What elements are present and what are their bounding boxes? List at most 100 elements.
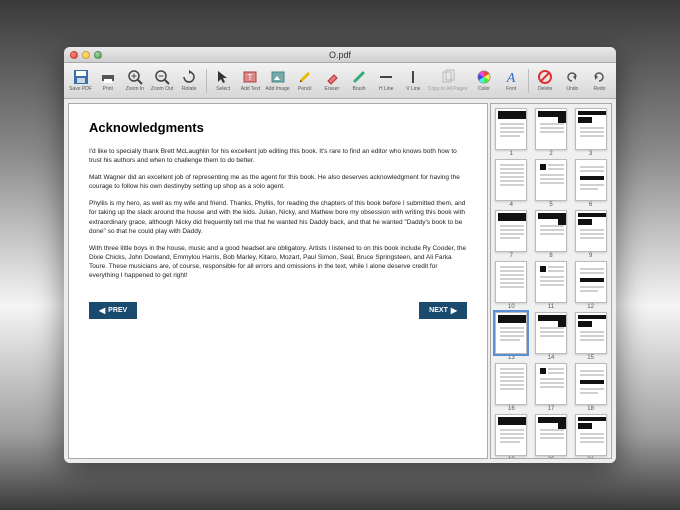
zoom-out-icon [154, 69, 170, 85]
undo-icon [564, 69, 580, 85]
content-area: Acknowledgments I'd like to specially th… [64, 99, 616, 463]
separator [206, 69, 207, 93]
cursor-icon [215, 69, 231, 85]
zoom-in-icon [127, 69, 143, 85]
thumbnail-number: 18 [587, 406, 594, 412]
thumbnail-number: 20 [548, 457, 555, 459]
thumbnail-number: 12 [587, 304, 594, 310]
thumbnail-number: 10 [508, 304, 515, 310]
thumbnail-number: 14 [548, 355, 555, 361]
font-button[interactable]: A Font [499, 65, 524, 97]
thumbnail-number: 16 [508, 406, 515, 412]
thumbnail[interactable]: 9 [574, 210, 608, 259]
thumbnail[interactable]: 8 [534, 210, 568, 259]
thumbnail-number: 9 [589, 253, 592, 259]
separator [528, 69, 529, 93]
font-icon: A [503, 69, 519, 85]
paragraph: Phyllis is my hero, as well as my wife a… [89, 199, 467, 235]
redo-icon [591, 69, 607, 85]
thumbnail[interactable]: 13 [494, 312, 528, 361]
thumbnail[interactable]: 1 [494, 108, 528, 157]
thumbnail-number: 5 [549, 202, 552, 208]
thumbnail[interactable]: 17 [534, 363, 568, 412]
rotate-icon [181, 69, 197, 85]
arrow-right-icon: ▶ [451, 306, 457, 315]
paragraph: With three little boys in the house, mus… [89, 244, 467, 280]
delete-button[interactable]: Delete [533, 65, 558, 97]
floppy-icon [73, 69, 89, 85]
no-entry-icon [537, 69, 553, 85]
print-button[interactable]: Print [95, 65, 120, 97]
color-button[interactable]: Color [471, 65, 496, 97]
brush-icon [351, 69, 367, 85]
add-image-button[interactable]: Add Image [265, 65, 290, 97]
svg-text:T: T [248, 73, 253, 82]
thumbnail-number: 1 [510, 151, 513, 157]
thumbnail-number: 13 [508, 355, 515, 361]
toolbar: Save PDF Print Zoom In Zoom Out Rotate S… [64, 63, 616, 99]
color-wheel-icon [476, 69, 492, 85]
zoom-out-button[interactable]: Zoom Out [149, 65, 174, 97]
copy-icon [440, 69, 456, 85]
thumbnail[interactable]: 4 [494, 159, 528, 208]
thumbnail-number: 2 [549, 151, 552, 157]
page-view: Acknowledgments I'd like to specially th… [68, 103, 488, 459]
paragraph: Matt Wagner did an excellent job of repr… [89, 173, 467, 191]
vline-icon [405, 69, 421, 85]
thumbnail-number: 6 [589, 202, 592, 208]
window-title: O.pdf [64, 50, 616, 60]
printer-icon [100, 69, 116, 85]
thumbnail-number: 17 [548, 406, 555, 412]
paragraph: I'd like to specially thank Brett McLaug… [89, 147, 467, 165]
save-pdf-button[interactable]: Save PDF [68, 65, 93, 97]
thumbnail[interactable]: 5 [534, 159, 568, 208]
thumbnail[interactable]: 12 [574, 261, 608, 310]
thumbnail[interactable]: 15 [574, 312, 608, 361]
copy-all-pages-button[interactable]: Copy to All Pages [428, 65, 467, 97]
thumbnail[interactable]: 11 [534, 261, 568, 310]
image-icon [270, 69, 286, 85]
thumbnail-number: 3 [589, 151, 592, 157]
thumbnail[interactable]: 2 [534, 108, 568, 157]
eraser-button[interactable]: Eraser [319, 65, 344, 97]
thumbnail[interactable]: 7 [494, 210, 528, 259]
thumbnail-number: 15 [587, 355, 594, 361]
thumbnail-number: 21 [587, 457, 594, 459]
thumbnail-number: 4 [510, 202, 513, 208]
thumbnail[interactable]: 19 [494, 414, 528, 459]
app-window: O.pdf Save PDF Print Zoom In Zoom Out Ro… [64, 47, 616, 463]
page-heading: Acknowledgments [89, 120, 467, 135]
thumbnail-panel[interactable]: 123456789101112131415161718192021 [490, 103, 612, 459]
pencil-button[interactable]: Pencil [292, 65, 317, 97]
thumbnail-number: 11 [548, 304, 554, 310]
thumbnail[interactable]: 14 [534, 312, 568, 361]
next-button[interactable]: NEXT ▶ [419, 302, 467, 319]
select-button[interactable]: Select [211, 65, 236, 97]
add-text-button[interactable]: T Add Text [238, 65, 263, 97]
thumbnail[interactable]: 20 [534, 414, 568, 459]
thumbnail[interactable]: 3 [574, 108, 608, 157]
thumbnail[interactable]: 21 [574, 414, 608, 459]
eraser-icon [324, 69, 340, 85]
brush-button[interactable]: Brush [346, 65, 371, 97]
thumbnail[interactable]: 18 [574, 363, 608, 412]
redo-button[interactable]: Redo [587, 65, 612, 97]
undo-button[interactable]: Undo [560, 65, 585, 97]
thumbnail-number: 7 [510, 253, 513, 259]
thumbnail[interactable]: 6 [574, 159, 608, 208]
arrow-left-icon: ◀ [99, 306, 105, 315]
rotate-button[interactable]: Rotate [177, 65, 202, 97]
pencil-icon [297, 69, 313, 85]
thumbnail[interactable]: 10 [494, 261, 528, 310]
vline-button[interactable]: V Line [401, 65, 426, 97]
thumbnail[interactable]: 16 [494, 363, 528, 412]
svg-text:A: A [506, 71, 516, 85]
thumbnail-number: 19 [508, 457, 515, 459]
prev-button[interactable]: ◀ PREV [89, 302, 137, 319]
titlebar: O.pdf [64, 47, 616, 63]
hline-button[interactable]: H Line [374, 65, 399, 97]
thumbnail-number: 8 [549, 253, 552, 259]
hline-icon [378, 69, 394, 85]
zoom-in-button[interactable]: Zoom In [122, 65, 147, 97]
text-icon: T [242, 69, 258, 85]
